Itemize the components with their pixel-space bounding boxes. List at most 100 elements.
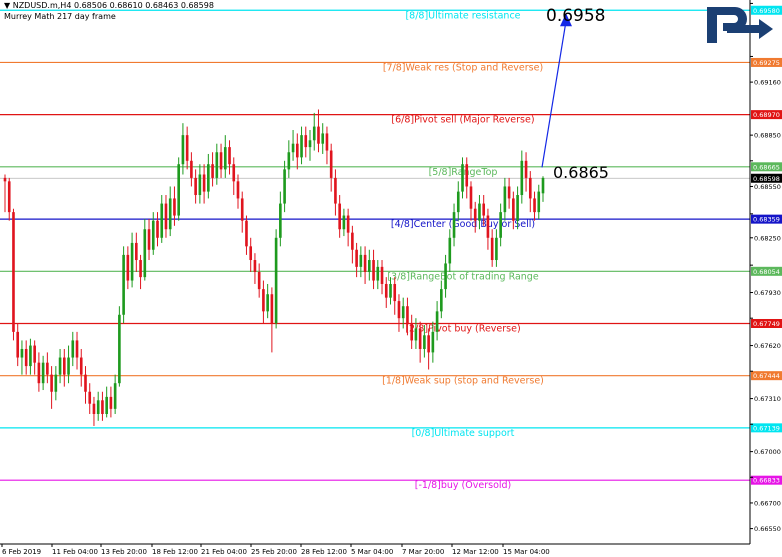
candle-body xyxy=(435,311,439,332)
candle-body xyxy=(486,215,490,238)
candle-body xyxy=(62,357,66,375)
candle-body xyxy=(156,220,159,238)
candle-body xyxy=(528,177,532,199)
y-tick-label: 0.67620 xyxy=(754,342,781,350)
candle-body xyxy=(321,133,325,144)
candle-body xyxy=(368,260,371,272)
candle-body xyxy=(448,237,452,264)
dropdown-triangle-icon[interactable]: ▼ xyxy=(4,1,10,10)
candle-body xyxy=(228,147,231,165)
y-tick-label: 0.66550 xyxy=(754,525,781,533)
candle-body xyxy=(317,126,320,144)
indicator-name: Murrey Math 217 day frame xyxy=(4,12,116,21)
candle-body xyxy=(308,140,312,148)
candle-body xyxy=(118,314,121,384)
candle-body xyxy=(376,266,380,281)
candle-body xyxy=(249,246,253,261)
candle-body xyxy=(130,242,134,281)
current-price-callout: 0.6865 xyxy=(553,163,609,182)
candle-body xyxy=(71,340,75,358)
candle-body xyxy=(473,208,477,221)
candle-body xyxy=(490,237,494,261)
candle-body xyxy=(139,260,142,278)
candle-body xyxy=(507,186,511,199)
candle-body xyxy=(469,186,473,209)
x-tick-label: 11 Feb 04:00 xyxy=(52,548,98,556)
candle-body xyxy=(29,345,32,367)
candle-body xyxy=(96,400,100,414)
candle-body xyxy=(79,357,83,375)
price-tag-label: 0.67444 xyxy=(753,372,780,380)
candle-body xyxy=(101,400,104,414)
murrey-level-label: [2/8]Pivot buy (Reverse) xyxy=(405,323,520,334)
candle-body xyxy=(325,133,329,151)
candle-body xyxy=(33,345,36,363)
candle-body xyxy=(185,135,189,161)
candle-body xyxy=(190,160,193,178)
candle-body xyxy=(503,186,507,213)
candle-body xyxy=(262,289,265,312)
candle-body xyxy=(151,220,155,250)
candle-body xyxy=(232,164,236,182)
x-tick-label: 25 Feb 20:00 xyxy=(251,548,297,556)
candle-body xyxy=(406,306,409,324)
candle-body xyxy=(20,348,24,358)
y-tick-label: 0.68850 xyxy=(754,132,781,140)
candle-body xyxy=(135,242,138,261)
candle-body xyxy=(431,331,435,353)
candle-body xyxy=(456,191,460,213)
candle-body xyxy=(393,283,397,302)
candle-body xyxy=(105,396,108,414)
candle-body xyxy=(384,283,388,298)
candle-body xyxy=(414,328,418,341)
candle-body xyxy=(524,160,528,178)
candle-body xyxy=(537,191,541,213)
candle-body xyxy=(440,289,443,312)
candle-body xyxy=(461,164,464,192)
candle-body xyxy=(478,203,481,221)
target-price-label: 0.6958 xyxy=(546,6,606,26)
candle-body xyxy=(287,152,291,170)
candle-body xyxy=(173,198,176,216)
price-tag-label: 0.68359 xyxy=(753,216,780,224)
symbol-quote: NZDUSD.m,H4 0.68506 0.68610 0.68463 0.68… xyxy=(12,1,214,10)
candle-body xyxy=(202,174,206,192)
candle-body xyxy=(194,177,197,196)
murrey-level-label: [7/8]Weak res (Stop and Reverse) xyxy=(383,62,543,73)
broker-logo-icon xyxy=(707,7,773,43)
candle-body xyxy=(12,212,15,332)
candle-body xyxy=(401,306,405,319)
candle-body xyxy=(253,260,257,272)
candle-body xyxy=(372,260,375,281)
x-tick-label: 5 Mar 04:00 xyxy=(351,548,393,556)
murrey-level-label: [1/8]Weak sup (stop and Reverse) xyxy=(382,376,544,387)
candle-body xyxy=(270,294,274,324)
murrey-level-label: [3/8]RangeBot of trading Range xyxy=(387,271,539,282)
candle-body xyxy=(380,266,384,284)
candle-body xyxy=(50,374,53,392)
x-tick-label: 15 Mar 04:00 xyxy=(503,548,550,556)
candle-body xyxy=(245,220,248,247)
y-tick-label: 0.67310 xyxy=(754,395,781,403)
candle-body xyxy=(7,181,11,213)
price-tag-label: 0.68054 xyxy=(753,268,780,276)
candle-body xyxy=(122,254,125,315)
candle-body xyxy=(67,357,70,375)
x-tick-label: 12 Mar 12:00 xyxy=(452,548,499,556)
murrey-level-label: [6/8]Pivot sell (Major Reverse) xyxy=(391,115,534,126)
candle-body xyxy=(351,232,354,250)
candle-body xyxy=(363,254,367,272)
candle-body xyxy=(92,403,96,414)
candle-body xyxy=(3,177,7,182)
y-tick-label: 0.68550 xyxy=(754,183,781,191)
candle-body xyxy=(499,212,502,238)
candle-body xyxy=(397,301,401,319)
y-tick-label: 0.68250 xyxy=(754,234,781,242)
candle-body xyxy=(355,249,358,267)
candle-body xyxy=(452,212,456,238)
candle-body xyxy=(359,254,363,267)
candle-body xyxy=(427,335,430,353)
candle-body xyxy=(338,203,341,230)
candle-body xyxy=(147,229,151,250)
candle-body xyxy=(444,263,447,290)
